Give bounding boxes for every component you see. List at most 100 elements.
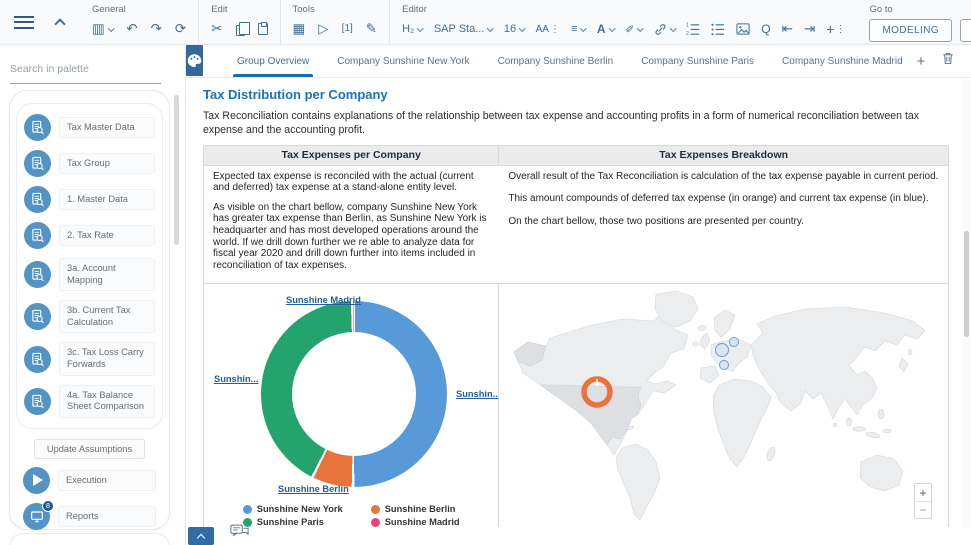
slice-label-new-york[interactable]: Sunshin... — [456, 389, 499, 399]
data-explorer-icon — [24, 346, 51, 373]
legend-dot — [243, 505, 252, 514]
collapse-panel-button[interactable] — [188, 527, 214, 545]
slice-label-madrid[interactable]: Sunshine Madrid — [286, 295, 361, 305]
copy-icon[interactable] — [236, 22, 245, 36]
palette-item-label: Tax Master Data — [59, 117, 155, 139]
map-zoom-in-button[interactable]: + — [915, 484, 931, 501]
slice-label-berlin[interactable]: Sunshine Berlin — [278, 484, 349, 494]
legend-item-new-york[interactable]: Sunshine New York — [243, 504, 343, 514]
add-page-button[interactable]: + — [917, 53, 926, 70]
legend-item-berlin[interactable]: Sunshine Berlin — [371, 504, 460, 514]
undo-icon[interactable]: ↶ — [126, 22, 137, 36]
redo-icon[interactable]: ↷ — [151, 22, 162, 36]
font-size-select[interactable]: 16 — [504, 23, 525, 35]
map-zoom-out-button[interactable]: − — [915, 501, 931, 518]
palette-item-tax-balance-sheet-comparison[interactable]: 4a. Tax Balance Sheet Comparison — [24, 385, 155, 418]
paragraph: As visible on the chart bellow, company … — [213, 202, 490, 272]
toolbar-group-edit: Edit ✂ — [198, 0, 279, 44]
svg-text:1: 1 — [686, 23, 689, 29]
tab-company-sunshine-berlin[interactable]: Company Sunshine Berlin — [484, 45, 628, 77]
legend-item-paris[interactable]: Sunshine Paris — [243, 517, 343, 527]
tab-company-sunshine-new-york[interactable]: Company Sunshine New York — [323, 45, 483, 77]
palette-item-label: 3c. Tax Loss Carry Forwards — [59, 342, 155, 375]
insert-image-icon[interactable] — [736, 22, 750, 36]
symbol-icon[interactable]: Q — [761, 22, 770, 36]
heading-select[interactable]: H₂ — [402, 23, 423, 35]
toolbar-group-tools: Tools ▦ ▷ [1] ✎ — [280, 0, 390, 44]
font-color-select[interactable]: A — [597, 22, 614, 36]
delete-page-button[interactable] — [941, 51, 955, 71]
search-input[interactable] — [10, 63, 161, 75]
palette-item-account-mapping[interactable]: 3a. Account Mapping — [24, 258, 155, 291]
table-cell-left: Expected tax expense is reconciled with … — [204, 166, 499, 285]
modeling-button[interactable]: MODELING — [869, 19, 952, 42]
legend-label: Sunshine Madrid — [385, 517, 460, 527]
hamburger-menu-icon[interactable] — [14, 16, 34, 29]
world-map-panel[interactable]: + − Highcharts.com © Natural Earth — [499, 284, 948, 527]
palette-item-tax-group[interactable]: Tax Group — [24, 150, 155, 177]
palette-item-execution[interactable]: Execution — [23, 467, 156, 494]
bullet-list-icon[interactable] — [711, 22, 725, 36]
edit-page-icon[interactable]: ✎ — [366, 22, 377, 36]
palette-item-tax-loss-carry-forwards[interactable]: 3c. Tax Loss Carry Forwards — [24, 342, 155, 375]
paragraph: Overall result of the Tax Reconciliation… — [508, 171, 939, 183]
palette-scrollbar[interactable] — [174, 95, 179, 245]
collapse-toolbar-icon[interactable] — [54, 18, 65, 29]
align-select[interactable]: ≡ — [571, 23, 586, 35]
run-icon[interactable]: ▷ — [318, 22, 328, 36]
palette-item-label: Reports — [58, 506, 156, 528]
more-tools-icon[interactable]: +⋮ — [826, 21, 845, 37]
outdent-icon[interactable]: ⇤ — [782, 22, 793, 36]
paste-icon[interactable] — [258, 23, 268, 35]
content-scrollbar[interactable] — [963, 79, 970, 527]
ordered-list-icon[interactable]: 12 — [686, 22, 700, 36]
tab-group-overview[interactable]: Group Overview — [223, 45, 323, 77]
tab-company-sunshine-paris[interactable]: Company Sunshine Paris — [627, 45, 768, 77]
page-tabbar: Group Overview Company Sunshine New York… — [186, 45, 971, 78]
palette-item-current-tax-calculation[interactable]: 3b. Current Tax Calculation — [24, 300, 155, 333]
palette-item-master-data[interactable]: 1. Master Data — [24, 186, 155, 213]
group-label: Editor — [402, 4, 845, 15]
toolbar-group-goto: Go to MODELING PROCESS — [857, 0, 971, 44]
palette-item-label: 4a. Tax Balance Sheet Comparison — [59, 385, 155, 418]
table-cell-right: Overall result of the Tax Reconciliation… — [499, 166, 948, 285]
legend-label: Sunshine Paris — [257, 517, 324, 527]
paragraph: Expected tax expense is reconciled with … — [213, 171, 490, 194]
legend-label: Sunshine Berlin — [385, 504, 456, 514]
link-icon[interactable] — [654, 23, 676, 36]
tab-company-sunshine-madrid[interactable]: Company Sunshine Madrid — [768, 45, 917, 77]
data-explorer-icon — [24, 114, 51, 141]
cut-icon[interactable]: ✂ — [211, 22, 222, 36]
palette-item-label: Tax Group — [59, 153, 155, 175]
indent-icon[interactable]: ⇥ — [804, 22, 815, 36]
font-family-select[interactable]: SAP Sta... — [434, 23, 493, 35]
palette-item-tax-rate[interactable]: 2. Tax Rate — [24, 222, 155, 249]
page-tabs: Group Overview Company Sunshine New York… — [223, 45, 917, 77]
character-format-icon[interactable]: AA⋮ — [536, 24, 560, 35]
palette-item-label: 1. Master Data — [59, 189, 155, 211]
table-icon[interactable]: ▦ — [293, 22, 306, 36]
process-button[interactable]: PROCESS — [960, 19, 971, 42]
canvas-footer — [186, 527, 971, 545]
donut-chart[interactable] — [261, 301, 447, 487]
data-explorer-icon — [24, 186, 51, 213]
update-assumptions-button[interactable]: Update Assumptions — [34, 439, 145, 459]
paragraph: On the chart bellow, those two positions… — [508, 216, 939, 228]
page-content: Tax Distribution per Company Tax Reconci… — [186, 79, 971, 527]
legend-item-madrid[interactable]: Sunshine Madrid — [371, 517, 460, 527]
data-explorer-icon — [24, 222, 51, 249]
palette-item-reports[interactable]: 8 Reports — [23, 503, 156, 530]
palette-item-tax-master-data[interactable]: Tax Master Data — [24, 114, 155, 141]
refresh-icon[interactable]: ⟳ — [175, 22, 186, 36]
comments-icon[interactable] — [230, 524, 249, 543]
world-map[interactable] — [504, 288, 941, 527]
highlight-select[interactable]: ✐ — [625, 23, 643, 36]
slice-label-paris[interactable]: Sunshin... — [214, 374, 258, 384]
scrollbar-thumb[interactable] — [964, 231, 969, 337]
page-intro-text: Tax Reconciliation contains explanations… — [203, 110, 948, 138]
styling-palette-button[interactable] — [186, 45, 203, 76]
palette-search — [10, 59, 161, 84]
numbering-icon[interactable]: [1] — [342, 24, 353, 34]
application-window: General ▥ ↶ ↷ ⟳ Edit ✂ Tools ▦ ▷ [1] ✎ — [0, 0, 971, 545]
view-settings-dropdown[interactable]: ▥ — [92, 22, 113, 36]
